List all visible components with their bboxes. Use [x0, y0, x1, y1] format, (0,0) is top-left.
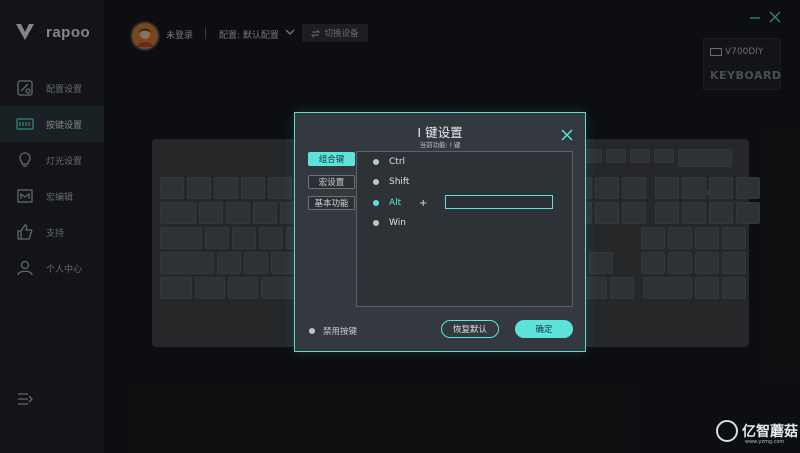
app-window: rapoo 配置设置 按键设置 灯光设置 宏编辑 支持 个人中心 未登录 配置:…	[0, 0, 800, 453]
radio-dot	[373, 200, 379, 206]
tab-basic-function[interactable]: 基本功能	[308, 196, 355, 210]
tab-combo-key[interactable]: 组合键	[308, 152, 355, 166]
option-ctrl[interactable]: Ctrl	[373, 156, 405, 168]
watermark-text: 亿智蘑菇	[742, 424, 798, 440]
disable-key-toggle[interactable]: 禁用按键	[309, 325, 357, 337]
watermark: 亿智蘑菇 www.yzmg.com	[716, 420, 798, 445]
close-icon[interactable]	[561, 129, 573, 141]
option-label: Alt	[389, 198, 402, 208]
combo-key-panel: Ctrl Shift Alt Win +	[356, 151, 573, 307]
option-label: Win	[389, 218, 406, 228]
option-alt[interactable]: Alt	[373, 197, 401, 209]
radio-dot	[373, 179, 379, 185]
option-shift[interactable]: Shift	[373, 176, 409, 188]
option-label: Shift	[389, 177, 410, 187]
watermark-url: www.yzmg.com	[745, 439, 785, 445]
tab-macro[interactable]: 宏设置	[308, 175, 355, 189]
option-label: Ctrl	[389, 157, 406, 167]
radio-dot	[309, 328, 315, 334]
restore-default-button[interactable]: 恢复默认	[441, 320, 499, 338]
radio-dot	[373, 220, 379, 226]
key-settings-dialog: I 键设置 当前功能: I 键 组合键 宏设置 基本功能 Ctrl Shift …	[294, 112, 586, 352]
disable-key-label: 禁用按键	[323, 327, 358, 337]
radio-dot	[373, 159, 379, 165]
option-win[interactable]: Win	[373, 217, 406, 229]
confirm-button[interactable]: 确定	[515, 320, 573, 338]
plus-sign: +	[419, 198, 428, 209]
watermark-logo-icon	[716, 420, 738, 442]
combo-key-input[interactable]	[445, 195, 553, 209]
dialog-subtitle: 当前功能: I 键	[419, 141, 461, 149]
